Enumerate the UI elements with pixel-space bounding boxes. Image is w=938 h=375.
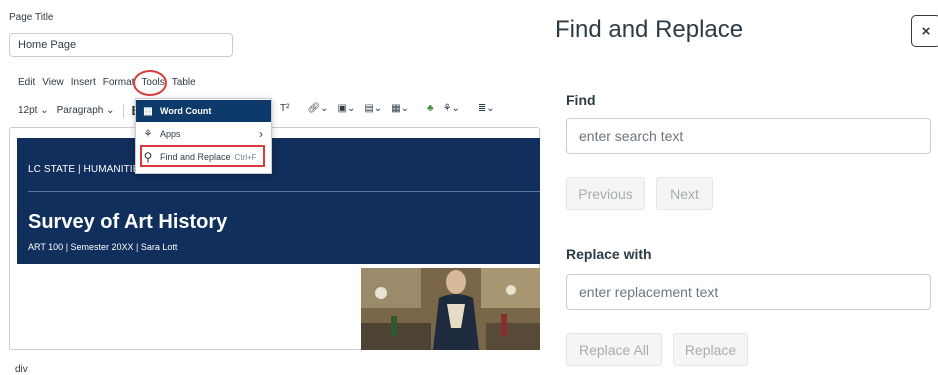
find-label: Find	[566, 92, 596, 108]
replace-all-button[interactable]: Replace All	[566, 333, 662, 366]
replace-input[interactable]	[566, 274, 931, 310]
editor-toolbar: 12pt ⌄ Paragraph ⌄ B	[18, 103, 141, 118]
find-input[interactable]	[566, 118, 931, 154]
banner-course-title: Survey of Art History	[28, 211, 228, 233]
page-title-label: Page Title	[9, 12, 54, 23]
banner-subtitle: ART 100 | Semester 20XX | Sara Lott	[28, 242, 178, 252]
course-banner: LC STATE | HUMANITIES Survey of Art Hist…	[17, 138, 540, 264]
next-button[interactable]: Next	[656, 177, 713, 210]
artwork-image	[361, 268, 540, 350]
document-icon[interactable]: ▦⌄	[391, 103, 409, 114]
menu-item-label: Apps	[160, 129, 181, 139]
chevron-right-icon: ›	[259, 127, 263, 141]
font-size-select[interactable]: 12pt ⌄	[18, 105, 49, 116]
editor-menubar: Edit View Insert Format Tools Table	[18, 77, 203, 88]
panel-title: Find and Replace	[555, 16, 744, 43]
apps-icon[interactable]: ♣	[427, 103, 434, 114]
plug-icon[interactable]: ⚘⌄	[443, 103, 460, 114]
element-path: div	[15, 364, 28, 375]
menu-item-apps[interactable]: ⚘ Apps ›	[136, 123, 271, 145]
editor-toolbar-right: T² 🔗︎⌄ ▣⌄ ▤⌄ ▦⌄ ♣ ⚘⌄ ≣⌄	[280, 103, 504, 114]
chevron-down-icon: ⌄	[106, 105, 115, 116]
menu-item-label: Word Count	[160, 106, 212, 116]
replace-label: Replace with	[566, 246, 652, 262]
menu-edit[interactable]: Edit	[18, 77, 35, 88]
close-button[interactable]: ×	[911, 15, 938, 47]
media-icon[interactable]: ▤⌄	[364, 103, 382, 114]
toolbar-divider	[122, 103, 124, 118]
apps-icon: ⚘	[143, 128, 153, 140]
link-icon[interactable]: 🔗︎⌄	[307, 103, 328, 114]
menu-item-word-count[interactable]: ▦ Word Count	[136, 100, 271, 122]
banner-rule	[28, 191, 540, 192]
menu-insert[interactable]: Insert	[71, 77, 96, 88]
menu-format[interactable]: Format	[103, 77, 135, 88]
block-format-select[interactable]: Paragraph ⌄	[57, 105, 115, 116]
tools-highlight-circle	[133, 70, 167, 96]
page-title-input[interactable]	[9, 33, 233, 57]
block-format-value: Paragraph	[56, 105, 104, 116]
close-icon: ×	[921, 22, 931, 40]
chevron-down-icon: ⌄	[40, 105, 49, 116]
replace-button[interactable]: Replace	[673, 333, 748, 366]
more-options-icon[interactable]: ≣⌄	[478, 103, 495, 114]
superscript-button[interactable]: T²	[280, 103, 289, 114]
image-icon[interactable]: ▣⌄	[338, 103, 356, 114]
menu-table[interactable]: Table	[172, 77, 196, 88]
word-count-icon: ▦	[143, 105, 153, 117]
painting-illustration	[361, 268, 540, 350]
find-replace-highlight-box	[140, 145, 265, 167]
banner-dept: LC STATE | HUMANITIES	[28, 164, 147, 175]
menu-view[interactable]: View	[42, 77, 64, 88]
font-size-value: 12pt	[18, 105, 38, 116]
previous-button[interactable]: Previous	[566, 177, 645, 210]
